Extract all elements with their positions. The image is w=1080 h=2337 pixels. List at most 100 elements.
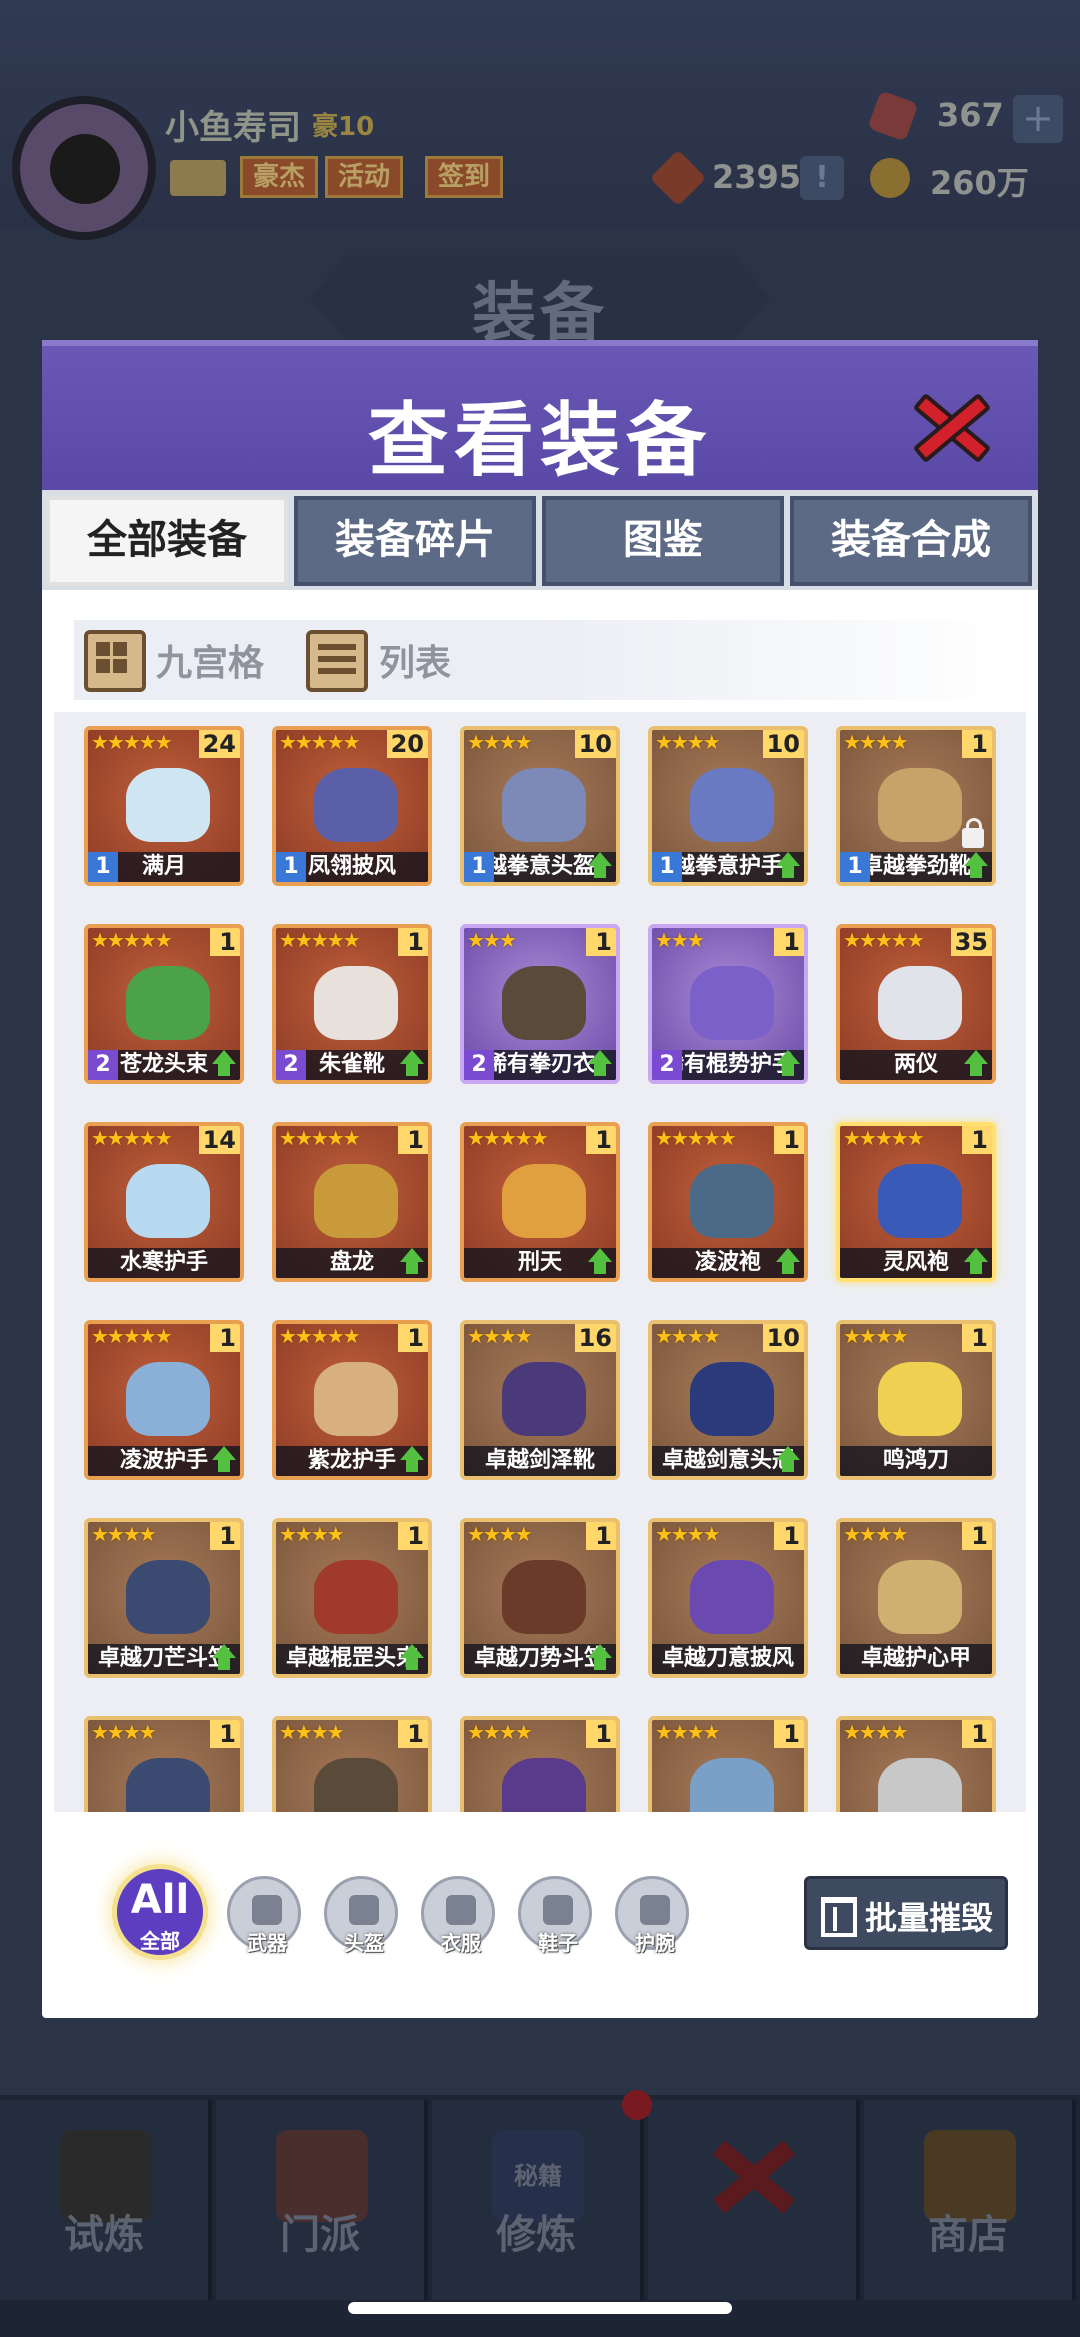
- equipment-item[interactable]: ★★★★ 1 卓越刀芒斗笠: [84, 1518, 244, 1678]
- events-button[interactable]: 活动: [325, 156, 404, 198]
- level-badge: 1: [276, 852, 306, 882]
- upgrade-arrow-icon: [962, 852, 990, 880]
- equipment-item[interactable]: ★★★★ 1 鸣鸿刀: [836, 1320, 996, 1480]
- tab-equipment-synthesis[interactable]: 装备合成: [790, 496, 1032, 586]
- equipment-item[interactable]: ★★★★ 1: [84, 1716, 244, 1812]
- nav-tab-shop[interactable]: 商店: [864, 2100, 1076, 2300]
- equipment-item[interactable]: ★★★★★ 24 满月 1: [84, 726, 244, 886]
- equipment-art-icon: [690, 1164, 774, 1238]
- nav-tab-training[interactable]: 秘籍 修炼: [432, 2100, 644, 2300]
- filter-label: 武器: [247, 1931, 287, 1955]
- equipment-item[interactable]: ★★★★ 1: [460, 1716, 620, 1812]
- equipment-art-icon: [314, 1362, 398, 1436]
- filter-bracer-button[interactable]: 护腕: [615, 1876, 689, 1955]
- star-rating: ★★★★: [655, 1720, 721, 1744]
- equipment-item[interactable]: ★★★★ 1: [648, 1716, 808, 1812]
- star-rating: ★★★★★: [279, 1324, 361, 1348]
- filter-shoes-button[interactable]: 鞋子: [518, 1876, 592, 1955]
- equipment-item[interactable]: ★★★ 1 稀有棍势护手 2: [648, 924, 808, 1084]
- token-count: 2395: [712, 158, 802, 196]
- equipment-item[interactable]: ★★★★ 1 卓越棍罡头束: [272, 1518, 432, 1678]
- item-count: 1: [398, 1126, 428, 1154]
- item-count: 1: [586, 1522, 616, 1550]
- player-avatar[interactable]: [12, 96, 156, 240]
- equipment-item[interactable]: ★★★★ 10 越拳意护手 1: [648, 726, 808, 886]
- weapon-icon: [252, 1895, 282, 1925]
- tab-equipment-fragments[interactable]: 装备碎片: [294, 496, 536, 586]
- equipment-art-icon: [314, 768, 398, 842]
- crossed-swords-icon: [708, 2130, 800, 2222]
- tab-codex[interactable]: 图鉴: [542, 496, 784, 586]
- nav-tab-sect[interactable]: 门派: [216, 2100, 428, 2300]
- equipment-art-icon: [502, 1164, 586, 1238]
- grid-view-label[interactable]: 九宫格: [156, 634, 264, 686]
- item-count: 10: [762, 730, 804, 758]
- equipment-modal: 查看装备 全部装备 装备碎片 图鉴 装备合成 九宫格 列表 ★★★★★ 24 满月 1…: [42, 340, 1038, 2018]
- filter-label: 鞋子: [538, 1931, 578, 1955]
- equipment-item[interactable]: ★★★★★ 1 凌波袍: [648, 1122, 808, 1282]
- upgrade-arrow-icon: [398, 1644, 426, 1672]
- equipment-item[interactable]: ★★★★ 1 卓越刀意披风: [648, 1518, 808, 1678]
- equipment-art-icon: [502, 966, 586, 1040]
- batch-destroy-button[interactable]: 批量摧毁: [804, 1876, 1008, 1950]
- equipment-item[interactable]: ★★★★★ 1 苍龙头束 2: [84, 924, 244, 1084]
- star-rating: ★★★★★: [91, 730, 173, 754]
- equipment-item[interactable]: ★★★★ 10 卓越剑意头冠: [648, 1320, 808, 1480]
- item-name: 水寒护手: [119, 1250, 208, 1275]
- equipment-item[interactable]: ★★★★ 16 卓越剑泽靴: [460, 1320, 620, 1480]
- item-count: 16: [574, 1324, 616, 1352]
- filter-all-sublabel: 全部: [140, 1929, 180, 1953]
- equipment-item[interactable]: ★★★★★ 1 刑天: [460, 1122, 620, 1282]
- equipment-item[interactable]: ★★★★★ 1 灵风袍: [836, 1122, 996, 1282]
- filter-all-button[interactable]: All 全部: [112, 1864, 208, 1960]
- nav-tab-trials[interactable]: 试炼: [0, 2100, 212, 2300]
- equipment-item[interactable]: ★★★★★ 1 朱雀靴 2: [272, 924, 432, 1084]
- equipment-item[interactable]: ★★★★ 1: [836, 1716, 996, 1812]
- nav-tab-equipment[interactable]: [648, 2100, 860, 2300]
- equipment-art-icon: [690, 1362, 774, 1436]
- filter-clothes-button[interactable]: 衣服: [421, 1876, 495, 1955]
- item-count: 1: [398, 928, 428, 956]
- filter-all-label: All: [130, 1877, 190, 1923]
- item-name: 鸣鸿刀: [882, 1448, 949, 1473]
- item-count: 20: [386, 730, 428, 758]
- star-rating: ★★★★: [843, 1324, 909, 1348]
- close-icon[interactable]: [904, 382, 994, 472]
- equipment-item[interactable]: ★★★★★ 35 两仪: [836, 924, 996, 1084]
- star-rating: ★★★: [655, 928, 705, 952]
- star-rating: ★★★★★: [91, 928, 173, 952]
- item-count: 14: [198, 1126, 240, 1154]
- mail-icon[interactable]: [170, 160, 226, 196]
- equipment-item[interactable]: ★★★★★ 1 紫龙护手: [272, 1320, 432, 1480]
- equipment-item[interactable]: ★★★★ 1 卓越拳劲靴 1: [836, 726, 996, 886]
- level-badge: 1: [464, 852, 494, 882]
- tab-all-equipment[interactable]: 全部装备: [46, 496, 288, 586]
- equipment-item[interactable]: ★★★★ 1: [272, 1716, 432, 1812]
- equipment-item[interactable]: ★★★★★ 1 凌波护手: [84, 1320, 244, 1480]
- equipment-item[interactable]: ★★★★★ 1 盘龙: [272, 1122, 432, 1282]
- star-rating: ★★★★: [655, 1522, 721, 1546]
- item-name: 卓越剑泽靴: [484, 1448, 595, 1473]
- equipment-art-icon: [502, 1560, 586, 1634]
- add-gems-button[interactable]: +: [1013, 95, 1063, 143]
- equipment-art-icon: [314, 1560, 398, 1634]
- home-indicator: [348, 2302, 732, 2314]
- heroes-button[interactable]: 豪杰: [240, 156, 319, 198]
- equipment-item[interactable]: ★★★★ 1 卓越刀势斗笠: [460, 1518, 620, 1678]
- checkin-button[interactable]: 签到: [425, 156, 504, 198]
- info-button[interactable]: !: [800, 156, 844, 200]
- filter-weapon-button[interactable]: 武器: [227, 1876, 301, 1955]
- equipment-item[interactable]: ★★★★★ 20 凤翎披风 1: [272, 726, 432, 886]
- list-view-label[interactable]: 列表: [379, 634, 451, 686]
- grid-view-icon[interactable]: [84, 630, 146, 692]
- list-view-icon[interactable]: [306, 630, 368, 692]
- equipment-item[interactable]: ★★★★ 1 卓越护心甲: [836, 1518, 996, 1678]
- star-rating: ★★★★: [655, 1324, 721, 1348]
- equipment-art-icon: [126, 1164, 210, 1238]
- equipment-item[interactable]: ★★★★ 10 越拳意头盔 1: [460, 726, 620, 886]
- equipment-art-icon: [878, 1560, 962, 1634]
- equipment-item[interactable]: ★★★★★ 14 水寒护手: [84, 1122, 244, 1282]
- nav-label: 试炼: [64, 2212, 144, 2258]
- filter-helmet-button[interactable]: 头盔: [324, 1876, 398, 1955]
- equipment-item[interactable]: ★★★ 1 稀有拳刃衣 2: [460, 924, 620, 1084]
